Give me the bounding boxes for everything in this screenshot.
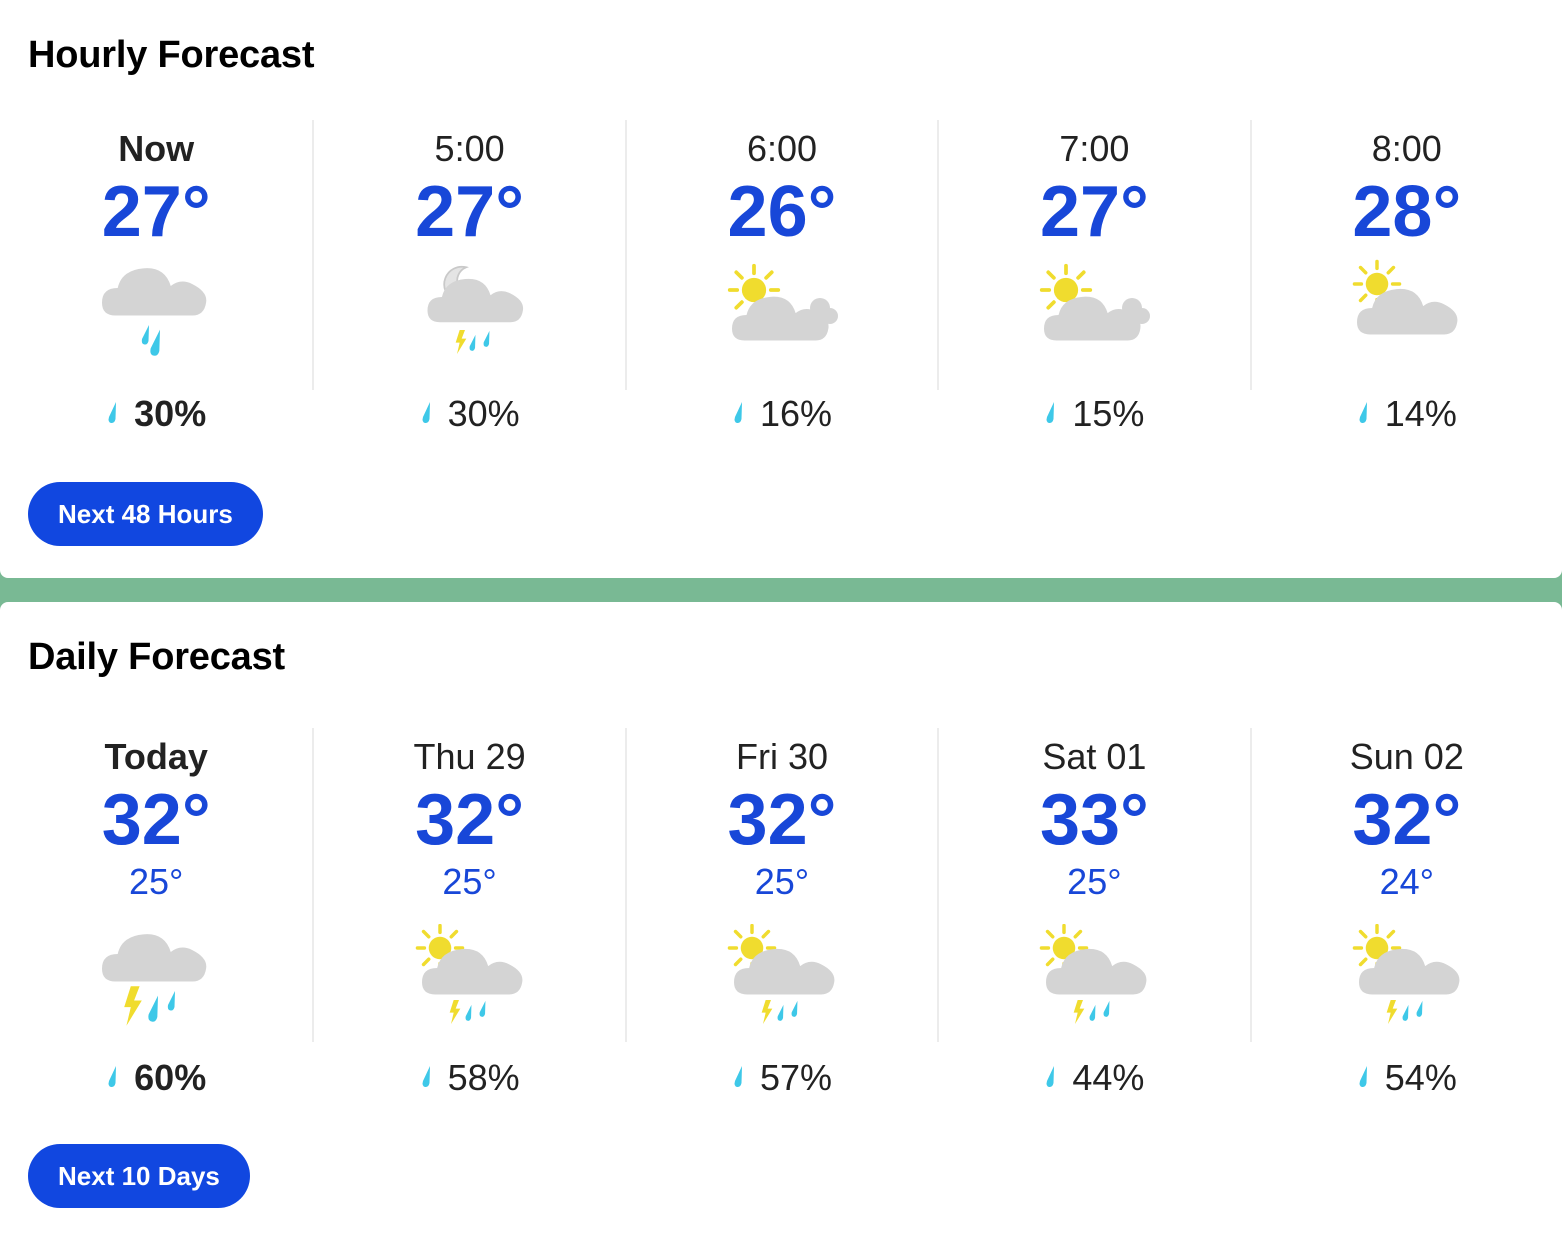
precipitation-value: 57% [759,1057,833,1098]
sun-clouds-icon [1040,263,1151,341]
hour-temperature: 28° [1352,172,1462,252]
raindrop-icon [106,1065,120,1089]
day-precipitation: 54% [1252,1060,1562,1096]
hour-precipitation: 30% [314,396,624,432]
raindrop-icon [420,1065,434,1089]
hourly-item-7-00[interactable]: 7:00 27° 15% [937,120,1249,432]
day-precipitation: 58% [314,1060,624,1096]
moon-cloud-thunderstorm-icon [427,265,523,354]
daily-forecast-columns: Today 32° 25° 60% Thu 29 32° 25° 58% Fri… [0,728,1562,1096]
cloud-rain-icon [102,268,207,356]
hour-label: Now [118,128,195,169]
cloud-thunderstorm-icon [102,934,207,1026]
day-high-temperature: 32° [727,780,837,860]
day-label: Sat 01 [1042,736,1147,777]
day-high-temperature: 32° [101,780,211,860]
daily-forecast-card: Daily Forecast Today 32° 25° 60% Thu 29 … [0,602,1562,1236]
hour-temperature: 27° [101,172,211,252]
raindrop-icon [1044,401,1058,425]
raindrop-icon [106,401,120,425]
raindrop-icon [1044,1065,1058,1089]
precipitation-value: 14% [1384,393,1457,434]
raindrop-icon [420,401,434,425]
hour-precipitation: 14% [1252,396,1562,432]
sun-cloud-thunderstorm-icon [1352,924,1460,1024]
hourly-item-now[interactable]: Now 27° 30% [0,120,312,432]
raindrop-icon [1357,401,1371,425]
next-48-hours-button[interactable]: Next 48 Hours [28,482,263,546]
precipitation-value: 16% [759,393,833,434]
day-low-temperature: 25° [754,861,810,902]
day-label: Thu 29 [413,736,526,777]
day-high-temperature: 32° [415,780,525,860]
hourly-item-6-00[interactable]: 6:00 26° 16% [624,120,937,432]
daily-forecast-title: Daily Forecast [28,636,285,678]
hourly-forecast-title: Hourly Forecast [28,34,315,76]
day-label: Today [104,736,208,777]
raindrop-icon [732,1065,746,1089]
next-10-days-button[interactable]: Next 10 Days [28,1144,250,1208]
hourly-forecast-columns: Now 27° 30% 5:00 27° 30% 6:00 26° 16% 7:… [0,120,1562,432]
hour-temperature: 27° [1039,172,1149,252]
day-label: Fri 30 [735,736,829,777]
hour-precipitation: 30% [0,396,312,432]
day-precipitation: 60% [0,1060,312,1096]
hourly-forecast-card: Hourly Forecast Now 27° 30% 5:00 27° 30%… [0,0,1562,578]
day-precipitation: 57% [627,1060,937,1096]
precipitation-value: 30% [134,393,207,434]
hour-label: 8:00 [1371,128,1442,169]
precipitation-value: 44% [1072,1057,1145,1098]
daily-item-thu-29[interactable]: Thu 29 32° 25° 58% [312,728,624,1096]
daily-item-sun-02[interactable]: Sun 02 32° 24° 54% [1249,728,1562,1096]
precipitation-value: 15% [1072,393,1145,434]
daily-item-fri-30[interactable]: Fri 30 32° 25° 57% [624,728,937,1096]
day-precipitation: 44% [939,1060,1249,1096]
hour-precipitation: 15% [939,396,1249,432]
precipitation-value: 54% [1384,1057,1457,1098]
precipitation-value: 58% [447,1057,520,1098]
hour-label: 5:00 [434,128,505,169]
raindrop-icon [732,401,746,425]
day-high-temperature: 32° [1352,780,1462,860]
hourly-item-5-00[interactable]: 5:00 27° 30% [312,120,624,432]
hour-temperature: 26° [727,172,837,252]
day-low-temperature: 25° [1067,861,1122,902]
hour-temperature: 27° [415,172,525,252]
day-high-temperature: 33° [1039,780,1149,860]
day-low-temperature: 25° [442,861,497,902]
hour-label: 6:00 [746,128,818,169]
daily-item-today[interactable]: Today 32° 25° 60% [0,728,312,1096]
sun-cloud-thunderstorm-icon [727,924,835,1024]
daily-item-sat-01[interactable]: Sat 01 33° 25° 44% [937,728,1249,1096]
day-low-temperature: 25° [128,861,184,902]
hour-label: 7:00 [1059,128,1130,169]
day-low-temperature: 24° [1379,861,1435,902]
day-label: Sun 02 [1349,736,1464,777]
sun-cloud-thunderstorm-icon [415,924,523,1024]
precipitation-value: 60% [134,1057,207,1098]
partly-cloudy-icon [1352,259,1458,335]
precipitation-value: 30% [447,393,520,434]
hourly-item-8-00[interactable]: 8:00 28° 14% [1249,120,1562,432]
sun-clouds-icon [727,263,838,341]
hour-precipitation: 16% [627,396,937,432]
sun-cloud-thunderstorm-icon [1040,924,1147,1024]
raindrop-icon [1357,1065,1371,1089]
